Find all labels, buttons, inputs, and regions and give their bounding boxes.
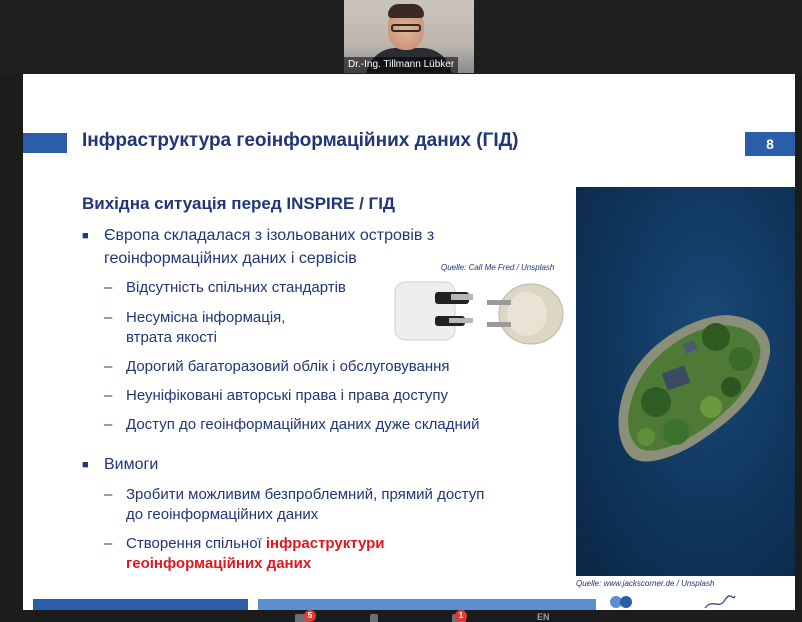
footer-signature-icon — [704, 595, 736, 609]
chat-count-badge: 1 — [455, 610, 467, 622]
highlighted-text: інфраструктури — [265, 535, 385, 552]
footer-band — [258, 599, 596, 610]
plug-image-credit: Quelle: Call Me Fred / Unsplash — [441, 263, 555, 272]
dash-bullet-icon: – — [104, 309, 113, 326]
participant-video-tile[interactable]: Dr.-Ing. Tillmann Lübker — [344, 0, 474, 73]
square-bullet-icon: ■ — [82, 459, 89, 471]
dash-bullet-icon: – — [104, 486, 113, 503]
dash-bullet-icon: – — [104, 358, 113, 375]
footer-logo-icon — [610, 596, 632, 608]
sub-bullet-plain-text: Створення спільної — [126, 535, 266, 552]
plug-adapter-image — [394, 281, 564, 345]
participants-count-badge: 5 — [304, 610, 316, 622]
sub-bullet-text: Дорогий багаторазовий облік і обслуговув… — [126, 358, 450, 375]
sub-bullet-text: Створення спільної інфраструктури — [126, 533, 384, 555]
participant-name-tag: Dr.-Ing. Tillmann Lübker — [344, 57, 459, 73]
slide-page-number: 8 — [745, 132, 795, 156]
bullet-text: геоінформаційних даних і сервісів — [104, 250, 357, 267]
square-bullet-icon: ■ — [82, 230, 89, 242]
video-strip: Dr.-Ing. Tillmann Lübker — [0, 0, 802, 74]
bullet-text: Вимоги — [104, 456, 159, 473]
sub-bullet-text: Неуніфіковані авторські права і права до… — [126, 387, 449, 404]
raise-hand-icon[interactable] — [370, 614, 378, 622]
shared-slide: Інфраструктура геоінформаційних даних (Г… — [23, 74, 795, 610]
dash-bullet-icon: – — [104, 416, 113, 433]
island-photo — [576, 187, 795, 576]
slide-title: Інфраструктура геоінформаційних даних (Г… — [82, 130, 519, 151]
title-accent-bar — [23, 133, 67, 153]
sub-bullet-text: Відсутність спільних стандартів — [126, 279, 346, 296]
slide-subheading: Вихідна ситуація перед INSPIRE / ГІД — [82, 194, 396, 213]
dash-bullet-icon: – — [104, 387, 113, 404]
highlighted-text: геоінформаційних даних — [126, 555, 312, 572]
sub-bullet-text: Несумісна інформація, — [126, 309, 286, 326]
bullet-text: Європа складалася з ізольованих островів… — [104, 227, 435, 244]
sub-bullet-text: втрата якості — [126, 329, 217, 346]
participant-hair — [388, 4, 424, 18]
dash-bullet-icon: – — [104, 535, 113, 552]
sub-bullet-text: Зробити можливим безпроблемний, прямий д… — [126, 486, 485, 503]
sub-bullet-text: Доступ до геоінформаційних даних дуже ск… — [126, 416, 480, 433]
sub-bullet-text: до геоінформаційних даних — [126, 506, 319, 523]
island-illustration — [618, 315, 771, 462]
participant-glasses — [391, 24, 421, 32]
footer-band — [33, 599, 248, 610]
dash-bullet-icon: – — [104, 279, 113, 296]
language-selector[interactable]: EN — [537, 612, 550, 622]
meeting-toolbar — [0, 610, 802, 622]
island-image-credit: Quelle: www.jackscorner.de / Unsplash — [576, 579, 715, 588]
